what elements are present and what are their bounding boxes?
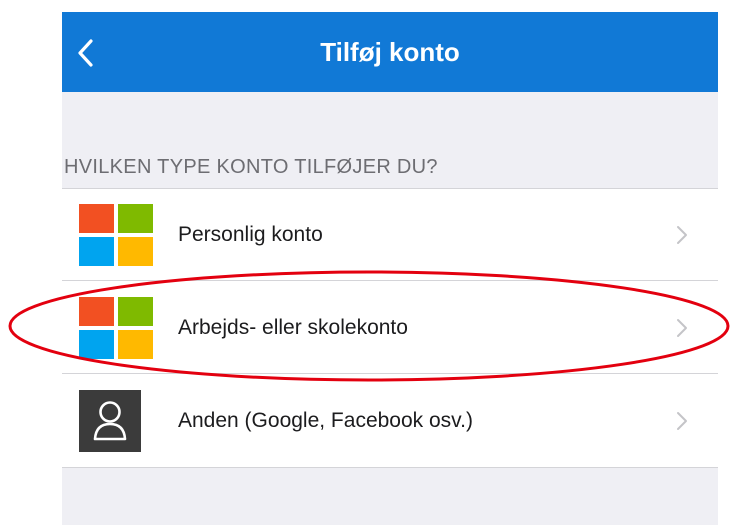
account-option-personal[interactable]: Personlig konto: [62, 189, 718, 281]
section-header: HVILKEN TYPE KONTO TILFØJER DU?: [62, 148, 718, 188]
microsoft-logo-icon: [79, 204, 153, 266]
add-account-screen: Tilføj konto HVILKEN TYPE KONTO TILFØJER…: [62, 12, 718, 525]
microsoft-logo-icon: [79, 297, 153, 359]
account-option-work-school[interactable]: Arbejds- eller skolekonto: [62, 282, 718, 374]
row-divider: [62, 373, 718, 374]
person-icon: [79, 390, 141, 452]
account-type-list: Personlig konto Arbejds- eller skolekont…: [62, 188, 718, 468]
chevron-right-icon: [677, 319, 687, 337]
account-option-label: Personlig konto: [178, 223, 323, 246]
row-divider: [62, 280, 718, 281]
section-header-label: HVILKEN TYPE KONTO TILFØJER DU?: [64, 156, 438, 178]
account-option-label: Arbejds- eller skolekonto: [178, 316, 408, 339]
account-option-other[interactable]: Anden (Google, Facebook osv.): [62, 375, 718, 467]
account-option-label: Anden (Google, Facebook osv.): [178, 409, 473, 432]
chevron-right-icon: [677, 226, 687, 244]
chevron-right-icon: [677, 412, 687, 430]
page-title: Tilføj konto: [320, 37, 460, 67]
navigation-bar: Tilføj konto: [62, 12, 718, 92]
